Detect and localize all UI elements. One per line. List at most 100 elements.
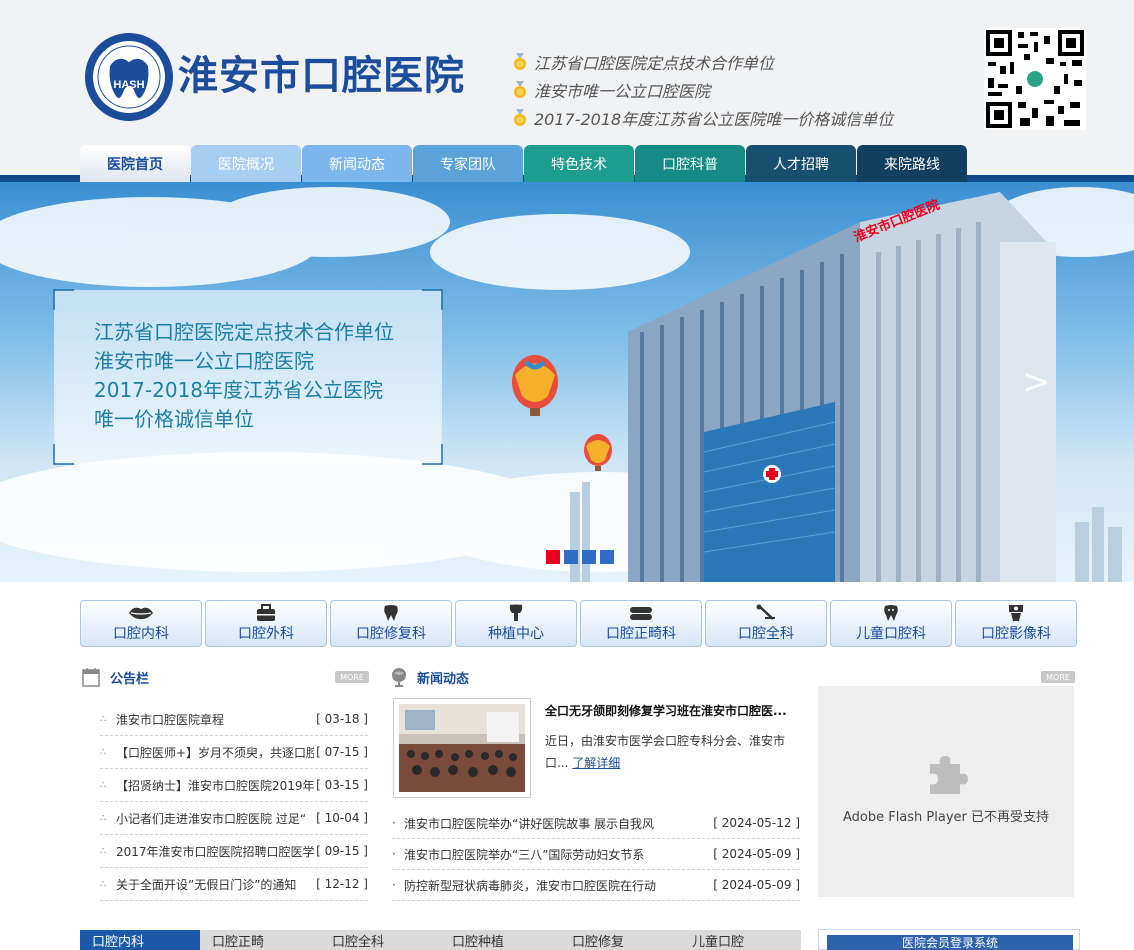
medical-kit-icon	[257, 604, 275, 621]
banner-dot-1[interactable]	[546, 550, 560, 564]
nav-item-news[interactable]: 新闻动态	[302, 145, 412, 182]
news-item-text: 淮安市口腔医院举办“三八”国际劳动妇女节系	[404, 847, 645, 862]
tooth-icon	[384, 605, 398, 621]
tab-pediatric[interactable]: 儿童口腔	[680, 930, 800, 950]
news-headline[interactable]: 全口无牙颌即刻修复学习班在淮安市口腔医...	[545, 702, 787, 719]
bullet-icon: ∴	[100, 713, 107, 725]
tab-orthodontics[interactable]: 口腔正畸	[200, 930, 320, 950]
balloon-icon	[584, 434, 612, 471]
list-item[interactable]: ∴ 2017年淮安市口腔医院招聘口腔医学[ 09-15 ]	[100, 835, 368, 868]
dept-button-general[interactable]: 口腔全科	[705, 600, 827, 647]
banner-dot-3[interactable]	[582, 550, 596, 564]
banner-line: 淮安市唯一公立口腔医院	[94, 349, 314, 373]
bullet-icon: ∴	[100, 878, 107, 890]
list-item[interactable]: ∴ 淮安市口腔医院章程 [ 03-18 ]	[100, 703, 368, 736]
login-title: 医院会员登录系统	[827, 935, 1073, 950]
banner-caption: 江苏省口腔医院定点技术合作单位 淮安市唯一公立口腔医院 2017-2018年度江…	[94, 318, 424, 434]
list-item[interactable]: ∴ 【口腔医师+】岁月不须臾，共逐口腔[ 07-15 ]	[100, 736, 368, 769]
department-buttons: 口腔内科 口腔外科 口腔修复科 种植中心 口腔正畸科 口腔全科 儿童口腔科 口腔…	[80, 600, 1080, 647]
dept-label: 儿童口腔科	[856, 626, 926, 642]
dept-label: 口腔修复科	[356, 626, 426, 642]
nav-item-directions[interactable]: 来院路线	[857, 145, 967, 182]
tab-general[interactable]: 口腔全科	[320, 930, 440, 950]
bullet-icon: ∴	[100, 812, 107, 824]
notice-date: [ 09-15 ]	[316, 844, 368, 858]
slogan-text: 江苏省口腔医院定点技术合作单位	[534, 54, 775, 73]
nav-item-recruitment[interactable]: 人才招聘	[746, 145, 856, 182]
banner-line: 唯一价格诚信单位	[94, 407, 254, 431]
hospital-logo[interactable]: HASH	[84, 32, 174, 122]
flash-placeholder: Adobe Flash Player 已不再受支持	[818, 686, 1074, 897]
news-summary: 近日，由淮安市医学会口腔专科分会、淮安市口... 了解详细	[545, 730, 793, 774]
news-header: 新闻动态	[391, 666, 469, 688]
banner-next-arrow[interactable]: >	[1022, 362, 1051, 402]
nav-item-technology[interactable]: 特色技术	[524, 145, 634, 182]
tab-implant[interactable]: 口腔种植	[440, 930, 560, 950]
notice-date: [ 12-12 ]	[316, 877, 368, 891]
list-item[interactable]: · 防控新型冠状病毒肺炎，淮安市口腔医院在行动 [ 2024-05-09 ]	[392, 870, 800, 901]
nav-item-experts[interactable]: 专家团队	[413, 145, 523, 182]
banner-line: 江苏省口腔医院定点技术合作单位	[94, 320, 394, 344]
qr-code	[984, 28, 1086, 130]
news-thumbnail[interactable]	[393, 698, 531, 798]
news-title: 新闻动态	[417, 671, 470, 687]
bullet-icon: ∴	[100, 845, 107, 857]
dept-button-prosthodontics[interactable]: 口腔修复科	[330, 600, 452, 647]
list-item[interactable]: ∴ 关于全面开设”无假日门诊”的通知 [ 12-12 ]	[100, 868, 368, 901]
flash-message: Adobe Flash Player 已不再受支持	[842, 810, 1050, 825]
list-item[interactable]: ∴ 【招贤纳士】淮安市口腔医院2019年[ 03-15 ]	[100, 769, 368, 802]
nav-item-overview[interactable]: 医院概况	[191, 145, 301, 182]
slogan-item: 淮安市唯一公立口腔医院	[512, 76, 893, 104]
nav-item-home[interactable]: 医院首页	[80, 145, 190, 182]
list-item[interactable]: · 淮安市口腔医院举办“三八”国际劳动妇女节系 [ 2024-05-09 ]	[392, 839, 800, 870]
medal-icon	[514, 109, 526, 126]
bullet-icon: ·	[392, 847, 396, 861]
notice-title: 公告栏	[110, 671, 150, 687]
hero-banner[interactable]: 淮安市口腔医院 江苏省口腔医院定点技术合作单位 淮安市唯一公立口腔医院 2017…	[0, 182, 1134, 582]
banner-dot-4[interactable]	[600, 550, 614, 564]
notice-more-button[interactable]: MORE	[335, 671, 369, 683]
balloon-icon	[512, 355, 558, 416]
department-tabs: 口腔内科 口腔正畸 口腔全科 口腔种植 口腔修复 儿童口腔	[80, 930, 801, 950]
list-item[interactable]: · 淮安市口腔医院举办“讲好医院故事 展示自我风 [ 2024-05-12 ]	[392, 808, 800, 839]
notice-list: ∴ 淮安市口腔医院章程[ 03-18 ] ∴ 【口腔医师+】岁月不须臾，共逐口腔[ …	[100, 703, 368, 901]
read-more-link[interactable]: 了解详细	[572, 756, 620, 770]
slogan-item: 2017-2018年度江苏省公立医院唯一价格诚信单位	[512, 104, 893, 132]
news-more-button[interactable]: MORE	[1041, 671, 1075, 683]
notice-date: [ 07-15 ]	[316, 745, 368, 759]
dept-label: 口腔影像科	[981, 626, 1051, 642]
news-item-text: 淮安市口腔医院举办“讲好医院故事 展示自我风	[404, 816, 655, 831]
dept-label: 口腔内科	[113, 626, 169, 642]
list-item[interactable]: ∴ 小记者们走进淮安市口腔医院 过足“ [ 10-04 ]	[100, 802, 368, 835]
news-item-date: [ 2024-05-09 ]	[713, 878, 800, 892]
bullet-icon: ∴	[100, 746, 107, 758]
main-nav: 医院首页 医院概况 新闻动态 专家团队 特色技术 口腔科普 人才招聘 来院路线	[80, 145, 968, 182]
calendar-icon	[82, 668, 100, 687]
dept-label: 口腔外科	[238, 626, 294, 642]
notice-text: 淮安市口腔医院章程	[116, 712, 225, 727]
logo-abbr: HASH	[113, 79, 144, 91]
slogan-text: 2017-2018年度江苏省公立医院唯一价格诚信单位	[534, 110, 894, 129]
banner-dot-2[interactable]	[564, 550, 578, 564]
slogan-list: 江苏省口腔医院定点技术合作单位 淮安市唯一公立口腔医院 2017-2018年度江…	[512, 48, 893, 132]
dept-button-implant[interactable]: 种植中心	[455, 600, 577, 647]
dept-button-pediatric[interactable]: 儿童口腔科	[830, 600, 952, 647]
child-tooth-icon	[884, 605, 898, 621]
tab-prosthodontics[interactable]: 口腔修复	[560, 930, 680, 950]
dept-button-surgery[interactable]: 口腔外科	[205, 600, 327, 647]
notice-text: 小记者们走进淮安市口腔医院 过足“	[116, 811, 307, 826]
dept-button-orthodontics[interactable]: 口腔正畸科	[580, 600, 702, 647]
notice-date: [ 03-15 ]	[316, 778, 368, 792]
nav-item-science[interactable]: 口腔科普	[635, 145, 745, 182]
site-title[interactable]: 淮安市口腔医院	[178, 52, 465, 100]
notice-date: [ 03-18 ]	[316, 712, 368, 726]
dept-button-endodontics[interactable]: 口腔内科	[80, 600, 202, 647]
news-item-date: [ 2024-05-12 ]	[713, 816, 800, 830]
tab-endodontics[interactable]: 口腔内科	[80, 930, 200, 950]
dept-button-imaging[interactable]: 口腔影像科	[955, 600, 1077, 647]
braces-icon	[630, 607, 652, 620]
notice-text: 关于全面开设”无假日门诊”的通知	[116, 877, 297, 892]
notice-text: 【口腔医师+】岁月不须臾，共逐口腔	[116, 745, 315, 760]
slogan-item: 江苏省口腔医院定点技术合作单位	[512, 48, 893, 76]
puzzle-piece-icon	[930, 756, 968, 794]
